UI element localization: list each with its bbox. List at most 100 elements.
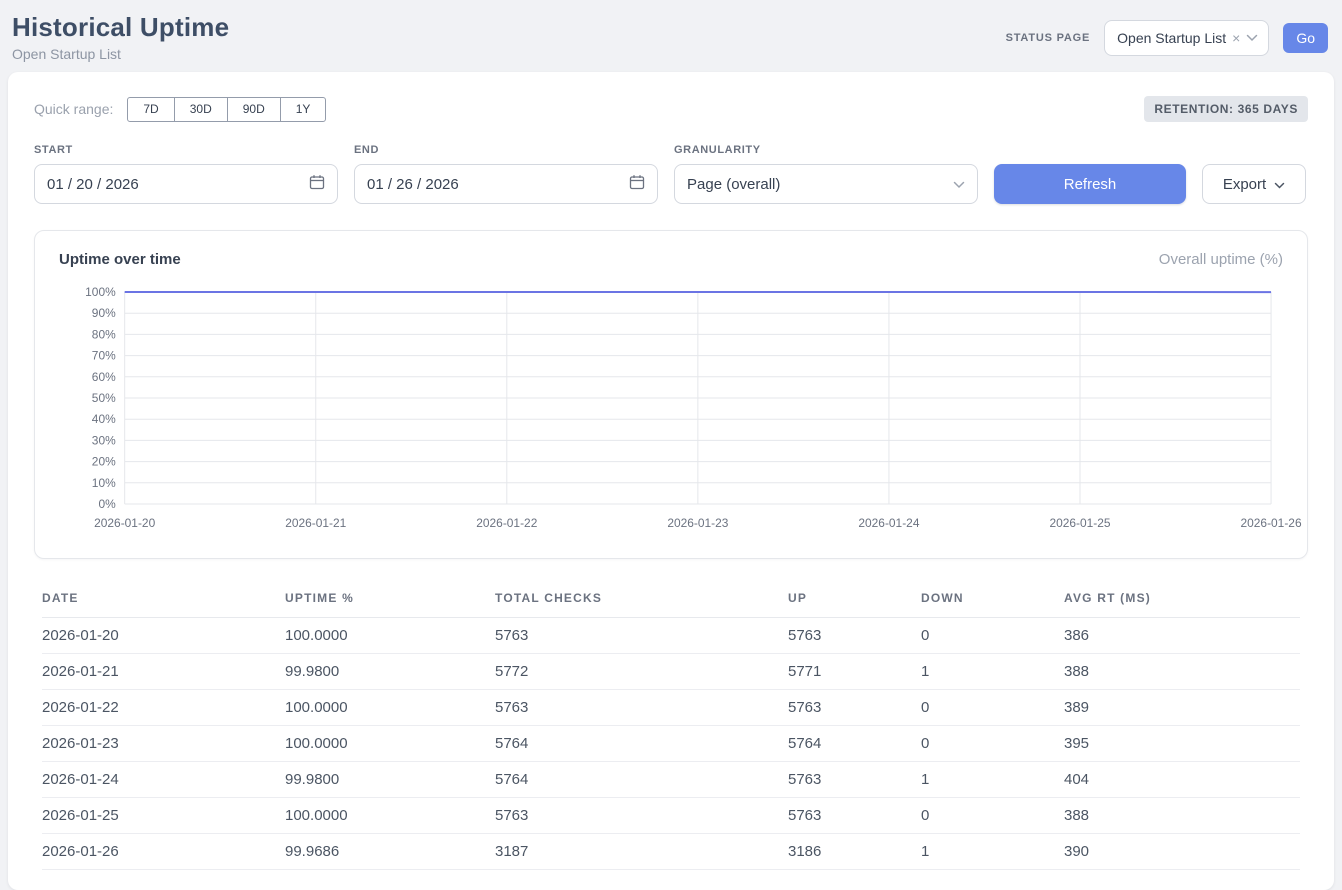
table-cell: 100.0000 (285, 798, 495, 834)
status-page-select[interactable]: Open Startup List × (1104, 20, 1269, 56)
table-cell: 395 (1064, 726, 1300, 762)
table-cell: 100.0000 (285, 690, 495, 726)
table-row: 2026-01-2699.9686318731861390 (42, 834, 1300, 870)
table-cell: 5763 (495, 618, 788, 654)
granularity-label: GRANULARITY (674, 144, 978, 156)
svg-text:0%: 0% (98, 497, 116, 511)
table-cell: 3186 (788, 834, 921, 870)
calendar-icon[interactable] (629, 174, 645, 194)
quick-range-label: Quick range: (34, 101, 113, 117)
table-cell: 5764 (495, 762, 788, 798)
quick-range-30d[interactable]: 30D (174, 97, 228, 122)
col-date: DATE (42, 585, 285, 618)
table-cell: 5763 (788, 762, 921, 798)
table-row: 2026-01-23100.0000576457640395 (42, 726, 1300, 762)
svg-text:60%: 60% (92, 370, 116, 384)
svg-text:2026-01-23: 2026-01-23 (667, 516, 728, 530)
quick-range-1y[interactable]: 1Y (280, 97, 327, 122)
col-up: UP (788, 585, 921, 618)
table-cell: 1 (921, 654, 1064, 690)
table-cell: 5764 (495, 726, 788, 762)
table-cell: 404 (1064, 762, 1300, 798)
svg-text:40%: 40% (92, 412, 116, 426)
svg-text:2026-01-24: 2026-01-24 (858, 516, 919, 530)
table-row: 2026-01-22100.0000576357630389 (42, 690, 1300, 726)
svg-text:2026-01-26: 2026-01-26 (1241, 516, 1302, 530)
header-right: STATUS PAGE Open Startup List × Go (1006, 20, 1328, 56)
table-cell: 0 (921, 690, 1064, 726)
svg-text:2026-01-21: 2026-01-21 (285, 516, 346, 530)
table-cell: 389 (1064, 690, 1300, 726)
chart-legend: Overall uptime (%) (1159, 251, 1283, 268)
export-label: Export (1223, 176, 1266, 193)
table-cell: 5771 (788, 654, 921, 690)
quick-range-group: 7D 30D 90D 1Y (127, 97, 326, 122)
table-cell: 5763 (788, 690, 921, 726)
table-cell: 1 (921, 834, 1064, 870)
table-cell: 388 (1064, 798, 1300, 834)
svg-text:100%: 100% (85, 285, 116, 299)
table-cell: 388 (1064, 654, 1300, 690)
uptime-line-chart: 0%10%20%30%40%50%60%70%80%90%100%2026-01… (59, 284, 1283, 536)
start-date-input[interactable]: 01 / 20 / 2026 (34, 164, 338, 204)
table-cell: 390 (1064, 834, 1300, 870)
go-button[interactable]: Go (1283, 23, 1328, 53)
table-cell: 0 (921, 798, 1064, 834)
table-row: 2026-01-2199.9800577257711388 (42, 654, 1300, 690)
start-label: START (34, 144, 338, 156)
table-cell: 3187 (495, 834, 788, 870)
svg-text:20%: 20% (92, 455, 116, 469)
table-cell: 5764 (788, 726, 921, 762)
end-label: END (354, 144, 658, 156)
daily-uptime-table: DATE UPTIME % TOTAL CHECKS UP DOWN AVG R… (42, 585, 1300, 870)
table-cell: 99.9800 (285, 654, 495, 690)
table-cell: 2026-01-25 (42, 798, 285, 834)
table-cell: 386 (1064, 618, 1300, 654)
table-cell: 2026-01-24 (42, 762, 285, 798)
status-page-label: STATUS PAGE (1006, 32, 1091, 44)
calendar-icon[interactable] (309, 174, 325, 194)
page-subtitle: Open Startup List (12, 46, 229, 62)
table-cell: 2026-01-22 (42, 690, 285, 726)
granularity-value: Page (overall) (687, 176, 780, 193)
quick-range-row: Quick range: 7D 30D 90D 1Y RETENTION: 36… (34, 96, 1308, 122)
svg-text:50%: 50% (92, 391, 116, 405)
svg-text:80%: 80% (92, 327, 116, 341)
clear-icon[interactable]: × (1232, 30, 1240, 46)
table-cell: 5763 (788, 798, 921, 834)
table-cell: 2026-01-21 (42, 654, 285, 690)
end-date-input[interactable]: 01 / 26 / 2026 (354, 164, 658, 204)
svg-text:2026-01-20: 2026-01-20 (94, 516, 155, 530)
table-cell: 5772 (495, 654, 788, 690)
quick-range-7d[interactable]: 7D (127, 97, 174, 122)
table-row: 2026-01-20100.0000576357630386 (42, 618, 1300, 654)
granularity-select[interactable]: Page (overall) (674, 164, 978, 204)
svg-text:10%: 10% (92, 476, 116, 490)
chevron-down-icon (1274, 176, 1285, 193)
retention-badge: RETENTION: 365 DAYS (1144, 96, 1308, 122)
table-cell: 5763 (495, 798, 788, 834)
main-card: Quick range: 7D 30D 90D 1Y RETENTION: 36… (8, 72, 1334, 890)
end-date-value: 01 / 26 / 2026 (367, 176, 459, 193)
col-avg-rt: AVG RT (MS) (1064, 585, 1300, 618)
table-cell: 2026-01-20 (42, 618, 285, 654)
table-cell: 100.0000 (285, 618, 495, 654)
quick-range-90d[interactable]: 90D (227, 97, 281, 122)
filter-form: START 01 / 20 / 2026 END 01 / 26 / 2026 (34, 144, 1308, 204)
table-cell: 0 (921, 618, 1064, 654)
col-down: DOWN (921, 585, 1064, 618)
table-cell: 5763 (495, 690, 788, 726)
table-cell: 5763 (788, 618, 921, 654)
chevron-down-icon (1246, 29, 1258, 47)
table-cell: 0 (921, 726, 1064, 762)
refresh-button[interactable]: Refresh (994, 164, 1186, 204)
table-row: 2026-01-2499.9800576457631404 (42, 762, 1300, 798)
svg-text:2026-01-25: 2026-01-25 (1049, 516, 1110, 530)
page-title: Historical Uptime (12, 12, 229, 43)
chevron-down-icon (953, 176, 965, 193)
uptime-chart-card: Uptime over time Overall uptime (%) 0%10… (34, 230, 1308, 559)
table-cell: 99.9800 (285, 762, 495, 798)
table-row: 2026-01-25100.0000576357630388 (42, 798, 1300, 834)
export-button[interactable]: Export (1202, 164, 1306, 204)
table-cell: 99.9686 (285, 834, 495, 870)
